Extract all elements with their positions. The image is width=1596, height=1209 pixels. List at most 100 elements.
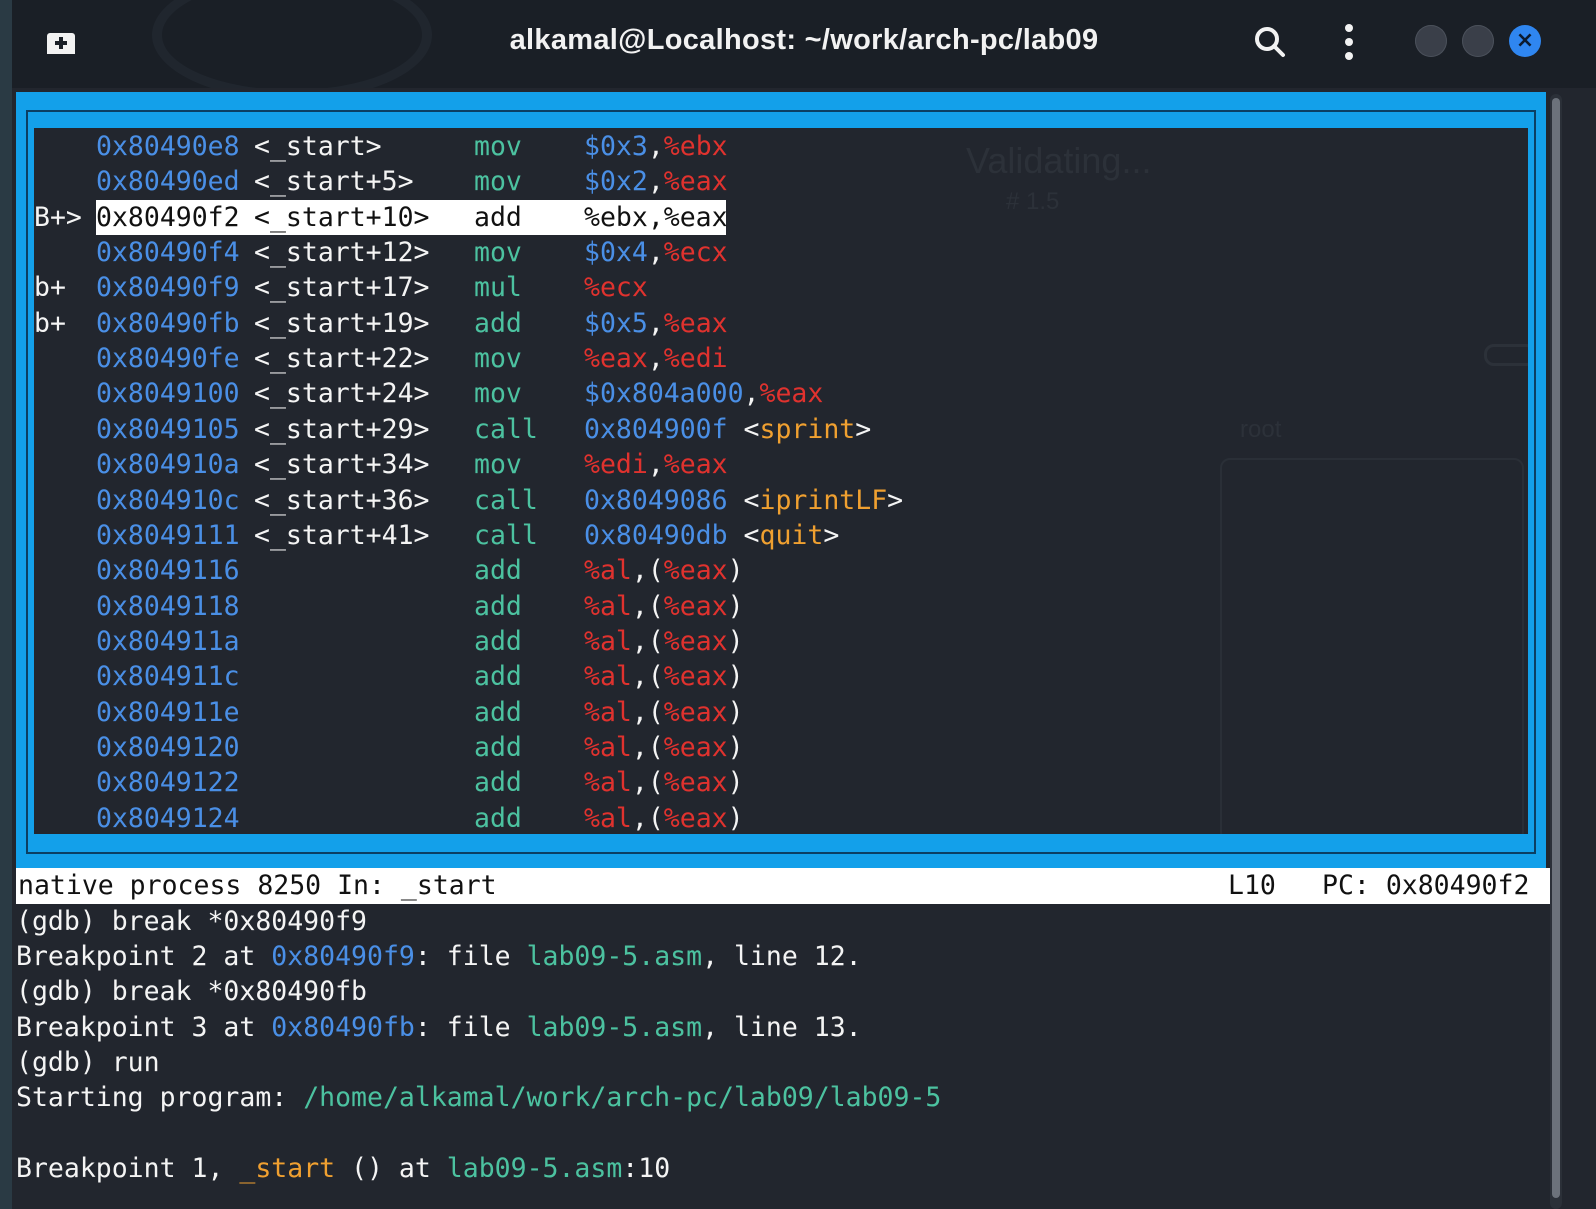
console-line: (gdb) run [16,1045,160,1080]
close-icon: × [1515,28,1535,53]
operand-token: %eax [663,449,728,481]
console-line: Breakpoint 2 at 0x80490f9: file lab09-5.… [16,939,862,974]
instruction-address: 0x80490fe [96,343,240,375]
operands: 0x80490db <quit> [584,518,839,553]
operand-token: > [855,413,872,445]
operand-token: ) [727,696,744,728]
watermark-toggle [1484,344,1528,366]
operand-token: , [647,449,664,481]
opcode: add [474,802,522,834]
operand-token: %eax [663,590,728,622]
console-text: Starting program: [16,1082,304,1114]
instruction-address: 0x8049118 [96,590,240,622]
operand-token: ) [727,661,744,693]
breakpoint-marker: b+ [34,272,66,304]
operand-token: > [887,484,904,516]
operand-token: %eax [584,343,648,375]
opcode: add [474,590,522,622]
status-bar: native process 8250 In: _start L10 PC: 0… [16,868,1550,904]
console-text: 0x80490fb [271,1011,415,1043]
symbol-offset: <_start+12> [254,237,430,269]
console-text: : file [414,1011,527,1043]
maximize-icon[interactable] [1462,25,1494,57]
operand-token: $0x2 [584,166,648,198]
operand-token: %ebx,%eax [584,201,728,233]
operand-token: $0x5 [584,307,648,339]
operand-token: ,( [631,696,664,728]
instruction-address: 0x804911e [96,696,240,728]
symbol-offset: <_start+19> [254,307,430,339]
console-line: (gdb) break *0x80490f9 [16,904,367,939]
opcode: add [474,767,522,799]
console-line: Starting program: /home/alkamal/work/arc… [16,1080,941,1115]
scrollbar-thumb[interactable] [1552,98,1560,1198]
operand-token: ,( [631,590,664,622]
operand-token: %eax [663,661,728,693]
symbol-offset: <_start+22> [254,343,430,375]
opcode: mov [474,131,522,162]
instruction-address: 0x80490fb [96,307,240,339]
console-text: Breakpoint 1, [16,1152,240,1184]
operand-token: %eax [759,378,824,410]
operand-token: iprintLF [759,484,888,516]
operand-token: ,( [631,625,664,657]
operands: $0x4,%ecx [584,235,728,270]
instruction-address: 0x8049116 [96,555,240,587]
operand-token: $0x3 [584,131,648,162]
symbol-offset: <_start> [254,131,382,162]
close-button[interactable]: × [1509,25,1541,57]
console-text: lab09-5.asm [526,1011,703,1043]
instruction-address: 0x80490ed [96,166,240,198]
search-icon[interactable] [1252,24,1288,60]
instruction-address: 0x804910a [96,449,240,481]
disassembly-view[interactable]: Validating... # 1.5 root 0x80490e8 <_star… [34,128,1528,834]
kebab-menu-icon[interactable] [1342,22,1356,62]
opcode: mov [474,378,522,410]
instruction-address: 0x80490e8 [96,131,240,162]
console-text: : file [414,940,527,972]
instruction-address: 0x8049120 [96,731,240,763]
operands: 0x8049086 <iprintLF> [584,483,903,518]
operand-token: %al [584,802,632,834]
watermark-card [1220,458,1524,834]
operand-token: %eax [663,307,728,339]
operand-token: quit [759,519,824,551]
operand-token: ) [727,802,744,834]
operands: %eax,%edi [584,341,728,376]
operand-token: %al [584,731,632,763]
console-text: (gdb) break *0x80490fb [16,976,367,1008]
symbol-offset: <_start+29> [254,413,430,445]
operand-token: > [823,519,840,551]
console-text: 0x80490f9 [271,940,415,972]
symbol-offset: <_start+34> [254,449,430,481]
watermark-sub: # 1.5 [1006,188,1060,215]
breakpoint-marker: b+ [34,307,66,339]
operand-token: 0x80490db [584,519,728,551]
instruction-address: 0x80490f4 [96,237,240,269]
opcode: mul [474,272,522,304]
console-line: Breakpoint 1, _start () at lab09-5.asm:1… [16,1151,670,1186]
minimize-icon[interactable] [1415,25,1447,57]
operand-token: < [727,413,760,445]
operands: %al,(%eax) [584,589,744,624]
operand-token: , [647,307,664,339]
symbol-offset: <_start+41> [254,519,430,551]
operands: 0x804900f <sprint> [584,412,871,447]
instruction-address: 0x8049122 [96,767,240,799]
operand-token: %eax [663,802,728,834]
instruction-address: 0x804911c [96,661,240,693]
operands: %ecx [584,270,648,305]
operand-token: %eax [663,555,728,587]
operand-token: $0x804a000 [584,378,744,410]
window-left-edge [0,0,12,1209]
operand-token: ,( [631,661,664,693]
operand-token: %al [584,696,632,728]
operands: %edi,%eax [584,447,728,482]
operand-token: %edi [584,449,648,481]
operand-token: %eax [663,166,728,198]
console-line: (gdb) break *0x80490fb [16,974,367,1009]
opcode: call [474,484,538,516]
console-text: () at [335,1152,447,1184]
operand-token: %al [584,661,632,693]
scrollbar[interactable] [1550,94,1562,1209]
